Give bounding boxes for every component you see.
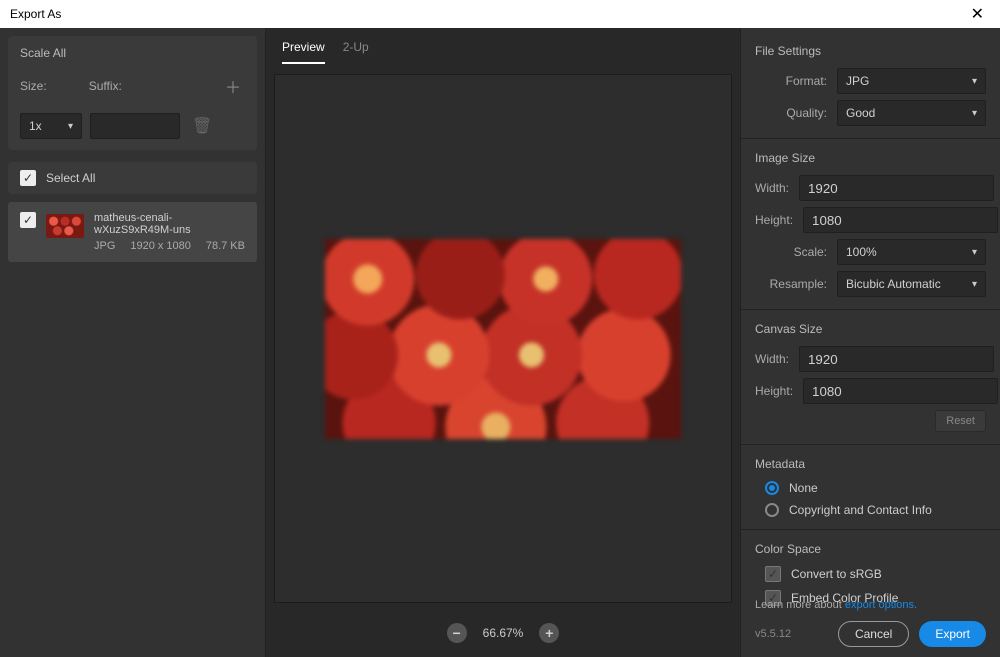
image-size-title: Image Size (755, 151, 986, 165)
image-height-input[interactable] (803, 207, 998, 233)
asset-meta: matheus-cenali-wXuzS9xR49M-uns JPG 1920 … (94, 212, 245, 252)
scale-all-panel: Scale All Size: Suffix: ＋ 1x ▾ 🗑 (8, 36, 257, 150)
scale-value: 100% (846, 245, 877, 259)
asset-format: JPG (94, 240, 115, 252)
left-panel: Scale All Size: Suffix: ＋ 1x ▾ 🗑 Select … (0, 28, 266, 657)
scale-dropdown[interactable]: 100% ▾ (837, 239, 986, 265)
asset-thumbnail (46, 214, 84, 238)
zoom-bar: − 66.67% + (266, 613, 740, 657)
format-value: JPG (846, 74, 869, 88)
canvas-width-input[interactable] (799, 346, 994, 372)
quality-value: Good (846, 106, 875, 120)
convert-srgb-label: Convert to sRGB (791, 567, 882, 581)
metadata-copyright-label: Copyright and Contact Info (789, 503, 932, 517)
tab-preview[interactable]: Preview (282, 40, 325, 64)
select-all-checkbox[interactable] (20, 170, 36, 186)
image-width-input[interactable] (799, 175, 994, 201)
cancel-button[interactable]: Cancel (838, 621, 909, 647)
asset-name: matheus-cenali-wXuzS9xR49M-uns (94, 212, 245, 236)
scale-all-title: Scale All (20, 46, 245, 60)
zoom-value: 66.67% (483, 626, 524, 640)
window-title: Export As (10, 7, 61, 21)
reset-button[interactable]: Reset (935, 410, 986, 432)
suffix-input[interactable] (90, 113, 180, 139)
resample-dropdown[interactable]: Bicubic Automatic ▾ (837, 271, 986, 297)
add-size-icon[interactable]: ＋ (221, 70, 245, 102)
zoom-out-icon[interactable]: − (447, 623, 467, 643)
resample-label: Resample: (755, 277, 827, 291)
trash-icon[interactable]: 🗑 (188, 112, 216, 140)
export-button[interactable]: Export (919, 621, 986, 647)
convert-srgb-checkbox[interactable] (765, 566, 781, 582)
asset-size: 78.7 KB (206, 240, 245, 252)
format-label: Format: (755, 74, 827, 88)
chevron-down-icon: ▾ (68, 121, 73, 132)
metadata-none-label: None (789, 481, 818, 495)
size-label: Size: (20, 79, 47, 93)
format-dropdown[interactable]: JPG ▾ (837, 68, 986, 94)
quality-dropdown[interactable]: Good ▾ (837, 100, 986, 126)
asset-row[interactable]: matheus-cenali-wXuzS9xR49M-uns JPG 1920 … (8, 202, 257, 262)
canvas-height-input[interactable] (803, 378, 998, 404)
color-space-title: Color Space (755, 542, 986, 556)
metadata-copyright-radio[interactable] (765, 503, 779, 517)
center-panel: Preview 2-Up − 66.67% + (266, 28, 740, 657)
zoom-in-icon[interactable]: + (539, 623, 559, 643)
chevron-down-icon: ▾ (972, 247, 977, 258)
chevron-down-icon: ▾ (972, 108, 977, 119)
resample-value: Bicubic Automatic (846, 277, 941, 291)
preview-tabs: Preview 2-Up (266, 28, 740, 64)
titlebar: Export As ✕ (0, 0, 1000, 28)
learn-more-label: Learn more about (755, 599, 845, 611)
select-all-panel: Select All (8, 162, 257, 194)
close-icon[interactable]: ✕ (965, 2, 990, 26)
suffix-label: Suffix: (89, 79, 122, 93)
canvas-size-title: Canvas Size (755, 322, 986, 336)
size-dropdown[interactable]: 1x ▾ (20, 113, 82, 139)
right-panel: File Settings Format: JPG ▾ Quality: Goo… (740, 28, 1000, 657)
metadata-none-radio[interactable] (765, 481, 779, 495)
quality-label: Quality: (755, 106, 827, 120)
asset-dimensions: 1920 x 1080 (130, 240, 191, 252)
width-label: Width: (755, 181, 789, 195)
height-label: Height: (755, 213, 793, 227)
tab-two-up[interactable]: 2-Up (343, 40, 369, 64)
size-value: 1x (29, 119, 42, 133)
asset-checkbox[interactable] (20, 212, 36, 228)
preview-area[interactable] (274, 74, 732, 603)
select-all-label: Select All (46, 171, 95, 185)
file-settings-title: File Settings (755, 44, 986, 58)
version-label: v5.5.12 (755, 628, 791, 640)
canvas-width-label: Width: (755, 352, 789, 366)
chevron-down-icon: ▾ (972, 76, 977, 87)
metadata-title: Metadata (755, 457, 986, 471)
chevron-down-icon: ▾ (972, 279, 977, 290)
preview-image (325, 239, 681, 439)
export-options-link[interactable]: export options. (845, 599, 917, 611)
scale-label: Scale: (755, 245, 827, 259)
footer: Learn more about export options. v5.5.12… (755, 599, 986, 647)
canvas-height-label: Height: (755, 384, 793, 398)
